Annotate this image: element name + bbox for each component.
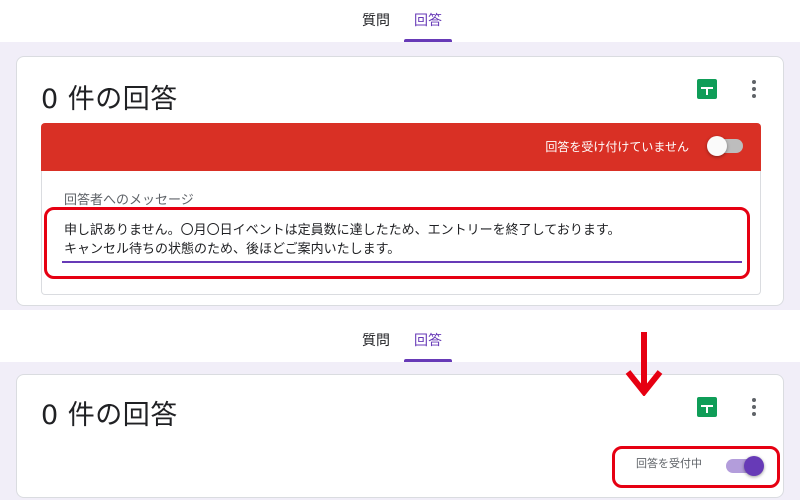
message-label: 回答者へのメッセージ <box>64 193 194 208</box>
google-sheets-icon[interactable] <box>697 397 717 417</box>
tab-questions[interactable]: 質問 <box>360 0 392 42</box>
down-arrow-icon <box>624 332 664 397</box>
not-accepting-banner: 回答を受け付けていません <box>41 123 761 171</box>
more-vert-icon[interactable] <box>746 397 762 417</box>
tab-responses[interactable]: 回答 <box>404 320 452 362</box>
toggle-knob <box>707 136 727 156</box>
tab-questions[interactable]: 質問 <box>360 320 392 362</box>
bottom-tabbar: 質問 回答 <box>0 320 800 362</box>
google-sheets-icon[interactable] <box>697 79 717 99</box>
page-title: 0 件の回答 <box>41 84 178 115</box>
page-title: 0 件の回答 <box>41 400 178 431</box>
tab-responses[interactable]: 回答 <box>404 0 452 42</box>
banner-label: 回答を受け付けていません <box>545 140 689 154</box>
accepting-responses-toggle-off[interactable] <box>707 136 743 156</box>
toggle-highlight-box <box>612 446 780 488</box>
top-tabbar: 質問 回答 <box>0 0 800 42</box>
message-highlight-box <box>44 207 750 279</box>
more-vert-icon[interactable] <box>746 79 762 99</box>
